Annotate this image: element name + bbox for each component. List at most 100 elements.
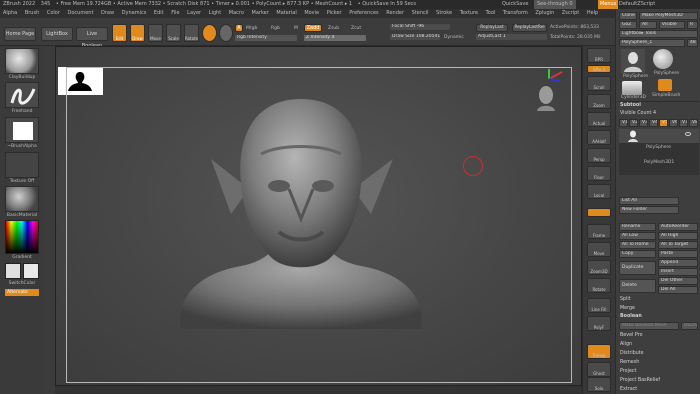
v7-button[interactable]: V7 bbox=[679, 119, 688, 127]
menus-toggle[interactable]: Menus bbox=[598, 0, 619, 9]
del-all-button[interactable]: Del All bbox=[658, 286, 698, 294]
tool-thumb-cylinder[interactable] bbox=[622, 81, 642, 95]
insert-button[interactable]: Insert bbox=[658, 268, 698, 276]
menu-render[interactable]: Render bbox=[386, 10, 404, 16]
eye-icon[interactable] bbox=[685, 132, 691, 136]
tool-thumb-polysphere-2[interactable] bbox=[653, 49, 673, 69]
bpr-button[interactable]: BPR bbox=[587, 48, 611, 63]
m-toggle[interactable]: M bbox=[294, 26, 298, 31]
duplicate-button[interactable]: Duplicate bbox=[619, 261, 656, 275]
mrgb-toggle[interactable]: Mrgb bbox=[246, 26, 257, 31]
menu-picker[interactable]: Picker bbox=[327, 10, 342, 16]
material-thumbnail[interactable] bbox=[5, 186, 39, 212]
visible-button[interactable]: Visible bbox=[659, 21, 685, 29]
menu-help[interactable]: Help bbox=[587, 10, 598, 16]
tool-thumb-simplebrush[interactable] bbox=[658, 79, 672, 91]
menu-alpha[interactable]: Alpha bbox=[3, 10, 17, 16]
all-high-button[interactable]: All High bbox=[658, 232, 698, 240]
polyf-button[interactable]: PolyF bbox=[587, 316, 611, 331]
menu-document[interactable]: Document bbox=[68, 10, 94, 16]
menu-stroke[interactable]: Stroke bbox=[436, 10, 452, 16]
color-sphere-icon[interactable] bbox=[219, 24, 233, 42]
draw-size-slider[interactable]: Draw Size 108.20541 bbox=[390, 34, 440, 40]
merge-section[interactable]: Merge bbox=[620, 305, 698, 313]
rotate-view-button[interactable]: Rotate bbox=[587, 278, 611, 293]
persp-button[interactable]: Persp bbox=[587, 148, 611, 163]
navigation-gizmo[interactable] bbox=[534, 69, 564, 113]
bevel-pro-section[interactable]: Bevel Pro bbox=[620, 332, 698, 340]
scale-mode-button[interactable]: Scale bbox=[166, 24, 181, 42]
transp-button[interactable]: Transp bbox=[587, 344, 611, 359]
goz-button[interactable]: GoZ bbox=[619, 21, 637, 29]
del-other-button[interactable]: Del Other bbox=[658, 277, 698, 285]
subtool-item-selected[interactable] bbox=[619, 129, 699, 143]
new-folder-button[interactable]: New Folder bbox=[619, 206, 679, 214]
live-boolean-button[interactable]: Live Boolean bbox=[76, 27, 108, 49]
menu-marker[interactable]: Marker bbox=[252, 10, 269, 16]
rename-button[interactable]: Rename bbox=[619, 223, 656, 231]
all-to-target-button[interactable]: All To Target bbox=[658, 241, 698, 249]
subtool-item-polymesh[interactable]: PolyMesh3D1 bbox=[644, 160, 674, 165]
solo-button[interactable]: Solo bbox=[587, 377, 611, 392]
extract-section[interactable]: Extract bbox=[620, 386, 698, 394]
make-boolean-mesh-button[interactable]: Make Boolean Mesh bbox=[619, 322, 679, 330]
actual-button[interactable]: Actual bbox=[587, 112, 611, 127]
v1-button[interactable]: V1 bbox=[619, 119, 628, 127]
menu-light[interactable]: Light bbox=[209, 10, 221, 16]
clone-button[interactable]: Clone bbox=[619, 12, 637, 20]
menu-file[interactable]: File bbox=[171, 10, 179, 16]
r-button[interactable]: R bbox=[687, 21, 698, 29]
menu-brush[interactable]: Brush bbox=[25, 10, 39, 16]
menu-layer[interactable]: Layer bbox=[187, 10, 201, 16]
autoreorder-button[interactable]: AutoReorder bbox=[658, 223, 698, 231]
menu-zplugin[interactable]: Zplugin bbox=[535, 10, 554, 16]
seethrough-slider[interactable]: See-through 0 bbox=[534, 0, 576, 9]
append-button[interactable]: Append bbox=[658, 259, 698, 267]
all-low-button[interactable]: All Low bbox=[619, 232, 656, 240]
draw-mode-button[interactable]: Draw bbox=[130, 24, 145, 42]
menu-tool[interactable]: Tool bbox=[486, 10, 496, 16]
color-picker[interactable] bbox=[5, 220, 39, 254]
brush-thumbnail[interactable] bbox=[5, 48, 39, 74]
v5-button[interactable]: V5 bbox=[659, 119, 668, 127]
paste-button[interactable]: Paste bbox=[658, 250, 698, 258]
copy-button[interactable]: Copy bbox=[619, 250, 656, 258]
v4-button[interactable]: V4 bbox=[649, 119, 658, 127]
boolean-section[interactable]: Boolean bbox=[620, 313, 698, 321]
default-zscript[interactable]: DefaultZScript bbox=[619, 0, 655, 9]
menu-texture[interactable]: Texture bbox=[460, 10, 478, 16]
scroll-button[interactable]: Scroll bbox=[587, 76, 611, 91]
line-fill-button[interactable]: Line Fill bbox=[587, 298, 611, 313]
focal-shift-slider[interactable]: Focal Shift -96 bbox=[390, 24, 450, 30]
frame-button[interactable]: Frame bbox=[587, 224, 611, 239]
v3-button[interactable]: V3 bbox=[639, 119, 648, 127]
replay-last-button[interactable]: ReplayLast bbox=[476, 24, 508, 32]
adjust-last-slider[interactable]: AdjustLast 1 bbox=[476, 34, 547, 40]
zcut-toggle[interactable]: Zcut bbox=[351, 26, 361, 31]
project-basrelief-section[interactable]: Project BasRelief bbox=[620, 377, 698, 385]
stroke-thumbnail[interactable] bbox=[5, 82, 39, 108]
menu-macro[interactable]: Macro bbox=[229, 10, 244, 16]
remesh-section[interactable]: Remesh bbox=[620, 359, 698, 367]
rgb-intensity-slider[interactable]: Rgb Intensity bbox=[235, 35, 297, 41]
menu-transform[interactable]: Transform bbox=[503, 10, 528, 16]
move-mode-button[interactable]: Move bbox=[148, 24, 163, 42]
rotate-mode-button[interactable]: Rotate bbox=[184, 24, 199, 42]
delete-button[interactable]: Delete bbox=[619, 279, 656, 293]
floor-button[interactable]: Floor bbox=[587, 166, 611, 181]
menu-draw[interactable]: Draw bbox=[101, 10, 114, 16]
all-to-home-button[interactable]: All To Home bbox=[619, 241, 656, 249]
dsdiv-slider[interactable]: DSDiv bbox=[681, 322, 698, 330]
menu-edit[interactable]: Edit bbox=[154, 10, 164, 16]
distribute-section[interactable]: Distribute bbox=[620, 350, 698, 358]
subtool-item-polysphere[interactable]: PolySphere bbox=[646, 145, 671, 150]
menu-dynamics[interactable]: Dynamics bbox=[122, 10, 147, 16]
zoom3d-button[interactable]: Zoom3D bbox=[587, 260, 611, 275]
align-section[interactable]: Align bbox=[620, 341, 698, 349]
quicksave-button[interactable]: QuickSave bbox=[502, 0, 528, 9]
secondary-color-swatch[interactable] bbox=[23, 263, 39, 279]
tool-thumb-polysphere[interactable] bbox=[621, 49, 645, 73]
visible-count-slider[interactable]: Visible Count 4 bbox=[620, 110, 698, 118]
document-canvas[interactable] bbox=[55, 46, 582, 386]
all-button[interactable]: All bbox=[639, 21, 657, 29]
